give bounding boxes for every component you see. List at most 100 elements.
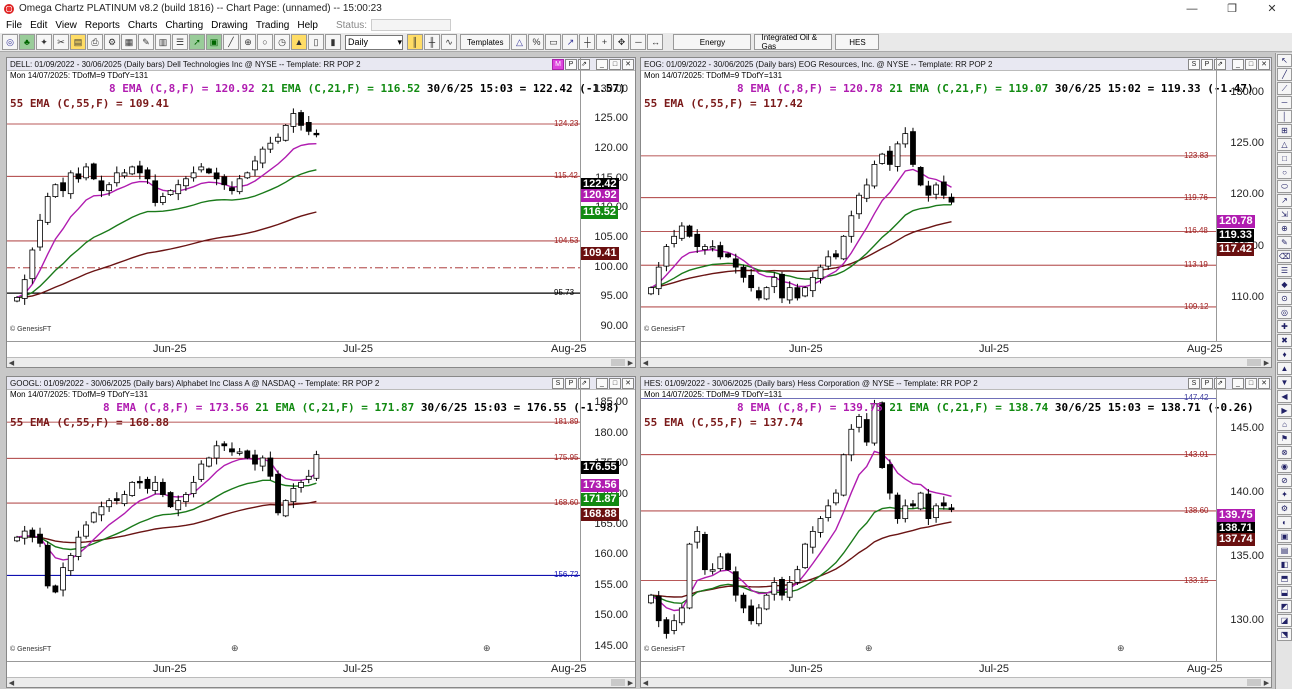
close-icon[interactable]: ✕ <box>1252 0 1292 17</box>
horizontal-scrollbar[interactable]: ◀ ▶ <box>641 677 1271 687</box>
draw-tool-icon-41[interactable]: ◪ <box>1277 614 1292 627</box>
draw-tool-icon-21[interactable]: ✖ <box>1277 334 1292 347</box>
scroll-right-icon[interactable]: ▶ <box>626 678 635 687</box>
ruler-icon[interactable]: ▭ <box>545 34 562 50</box>
draw-tool-icon-20[interactable]: ✚ <box>1277 320 1292 333</box>
price-axis[interactable]: 130.00125.00120.00115.00110.00120.78119.… <box>1216 58 1270 341</box>
folder-icon[interactable]: ▤ <box>70 34 86 50</box>
tree-icon[interactable]: ♣ <box>19 34 35 50</box>
triangle-icon[interactable]: △ <box>511 34 528 50</box>
draw-tool-icon-18[interactable]: ⊙ <box>1277 292 1292 305</box>
scroll-right-icon[interactable]: ▶ <box>1262 678 1271 687</box>
date-axis[interactable]: Jun-25 Jul-25 Aug-25 <box>641 341 1271 357</box>
draw-tool-icon-28[interactable]: ⚑ <box>1277 432 1292 445</box>
draw-tool-icon-25[interactable]: ◀ <box>1277 390 1292 403</box>
draw-tool-icon-13[interactable]: ⊕ <box>1277 222 1292 235</box>
price-axis[interactable]: 145.00 140.00 135.00 130.00 139.75 138.71 137.… <box>1216 377 1270 661</box>
event-marker-icon[interactable]: ⊕ <box>231 643 239 654</box>
crosshair-icon[interactable]: ┼ <box>579 34 596 50</box>
date-axis[interactable]: Jun-25 Jul-25 Aug-25 <box>641 661 1271 677</box>
pencil-icon[interactable]: ✎ <box>138 34 154 50</box>
grid-icon[interactable]: ▥ <box>155 34 171 50</box>
scroll-right-icon[interactable]: ▶ <box>1262 358 1271 367</box>
calendar-icon[interactable]: ▦ <box>121 34 137 50</box>
minimize-icon[interactable]: — <box>1172 0 1212 17</box>
menu-trading[interactable]: Trading <box>252 20 294 31</box>
chart-panel-dell[interactable]: DELL: 01/09/2022 - 30/06/2025 (Daily bar… <box>6 57 636 368</box>
scroll-left-icon[interactable]: ◀ <box>7 678 16 687</box>
draw-tool-icon-24[interactable]: ▼ <box>1277 376 1292 389</box>
minus-icon[interactable]: ─ <box>630 34 647 50</box>
plus-icon[interactable]: + <box>596 34 613 50</box>
draw-tool-icon-36[interactable]: ▤ <box>1277 544 1292 557</box>
menu-reports[interactable]: Reports <box>81 20 124 31</box>
arrows-icon[interactable]: ↔ <box>647 34 664 50</box>
draw-tool-icon-33[interactable]: ⚙ <box>1277 502 1292 515</box>
draw-tool-icon-32[interactable]: ✦ <box>1277 488 1292 501</box>
draw-tool-icon-12[interactable]: ⇲ <box>1277 208 1292 221</box>
draw-tool-icon-34[interactable]: ◐ <box>1277 516 1292 529</box>
price-axis[interactable]: 185.00180.00175.00170.00165.00160.00155.… <box>580 377 634 661</box>
chart-icon[interactable]: ▣ <box>206 34 222 50</box>
draw-tool-icon-30[interactable]: ◉ <box>1277 460 1292 473</box>
horizontal-scrollbar[interactable]: ◀ ▶ <box>7 357 635 367</box>
globe-icon[interactable]: ◎ <box>2 34 18 50</box>
event-marker-icon[interactable]: ⊕ <box>483 643 491 654</box>
period-select[interactable]: Daily ▾ <box>345 34 403 50</box>
magic-icon[interactable]: ✦ <box>36 34 52 50</box>
menu-drawing[interactable]: Drawing <box>207 20 252 31</box>
draw-tool-icon-11[interactable]: ↗ <box>1277 194 1292 207</box>
bars-icon[interactable]: ║ <box>407 34 423 50</box>
horizontal-scrollbar[interactable]: ◀ ▶ <box>641 357 1271 367</box>
scroll-left-icon[interactable]: ◀ <box>641 358 650 367</box>
draw-tool-icon-42[interactable]: ⬔ <box>1277 628 1292 641</box>
draw-tool-icon-23[interactable]: ▲ <box>1277 362 1292 375</box>
menu-view[interactable]: View <box>51 20 81 31</box>
percent-icon[interactable]: % <box>528 34 545 50</box>
draw-tool-icon-19[interactable]: ◎ <box>1277 306 1292 319</box>
event-marker-icon[interactable]: ⊕ <box>865 643 873 654</box>
target-icon[interactable]: ⊕ <box>240 34 256 50</box>
draw-tool-icon-17[interactable]: ◆ <box>1277 278 1292 291</box>
draw-tool-icon-15[interactable]: ⌫ <box>1277 250 1292 263</box>
draw-tool-icon-35[interactable]: ▣ <box>1277 530 1292 543</box>
draw-tool-icon-2[interactable]: ╱ <box>1277 68 1292 81</box>
gear-icon[interactable]: ⚙ <box>104 34 120 50</box>
bar-icon[interactable]: ▯ <box>308 34 324 50</box>
lock-icon[interactable]: ▲ <box>291 34 307 50</box>
chart-panel-googl[interactable]: GOOGL: 01/09/2022 - 30/06/2025 (Daily ba… <box>6 376 636 688</box>
draw-tool-icon-31[interactable]: ⊘ <box>1277 474 1292 487</box>
draw-tool-icon-14[interactable]: ✎ <box>1277 236 1292 249</box>
draw-tool-icon-40[interactable]: ◩ <box>1277 600 1292 613</box>
print-icon[interactable]: ⎙ <box>87 34 103 50</box>
scroll-thumb[interactable] <box>1247 359 1261 366</box>
scroll-thumb[interactable] <box>611 679 625 686</box>
line-chart-icon[interactable]: ∿ <box>441 34 457 50</box>
line-tool-icon[interactable]: ╱ <box>223 34 239 50</box>
draw-tool-icon-26[interactable]: ▶ <box>1277 404 1292 417</box>
arrow-icon[interactable]: ➚ <box>189 34 205 50</box>
event-marker-icon[interactable]: ⊕ <box>1117 643 1125 654</box>
draw-tool-icon-16[interactable]: ☰ <box>1277 264 1292 277</box>
scroll-right-icon[interactable]: ▶ <box>626 358 635 367</box>
expand-icon[interactable]: ↗ <box>562 34 579 50</box>
hlc-icon[interactable]: ╫ <box>424 34 440 50</box>
date-axis[interactable]: Jun-25 Jul-25 Aug-25 <box>7 341 635 357</box>
scroll-left-icon[interactable]: ◀ <box>641 678 650 687</box>
page-tab-energy[interactable]: Energy <box>673 34 752 50</box>
draw-tool-icon-7[interactable]: △ <box>1277 138 1292 151</box>
price-axis[interactable]: 130.00125.00120.00115.00110.00105.00100.… <box>580 58 634 341</box>
horizontal-scrollbar[interactable]: ◀ ▶ <box>7 677 635 687</box>
scissors-icon[interactable]: ✂ <box>53 34 69 50</box>
move-icon[interactable]: ✥ <box>613 34 630 50</box>
draw-tool-icon-4[interactable]: ─ <box>1277 96 1292 109</box>
restore-icon[interactable]: ❐ <box>1212 0 1252 17</box>
draw-tool-icon-10[interactable]: ⬭ <box>1277 180 1292 193</box>
scroll-thumb[interactable] <box>1247 679 1261 686</box>
clock-icon[interactable]: ◷ <box>274 34 290 50</box>
menu-edit[interactable]: Edit <box>26 20 51 31</box>
page-tab-integrated-oil-gas[interactable]: Integrated Oil & Gas <box>754 33 833 51</box>
draw-tool-icon-38[interactable]: ⬒ <box>1277 572 1292 585</box>
candle-icon[interactable]: ▮ <box>325 34 341 50</box>
chart-panel-hes[interactable]: HES: 01/09/2022 - 30/06/2025 (Daily bars… <box>640 376 1272 688</box>
